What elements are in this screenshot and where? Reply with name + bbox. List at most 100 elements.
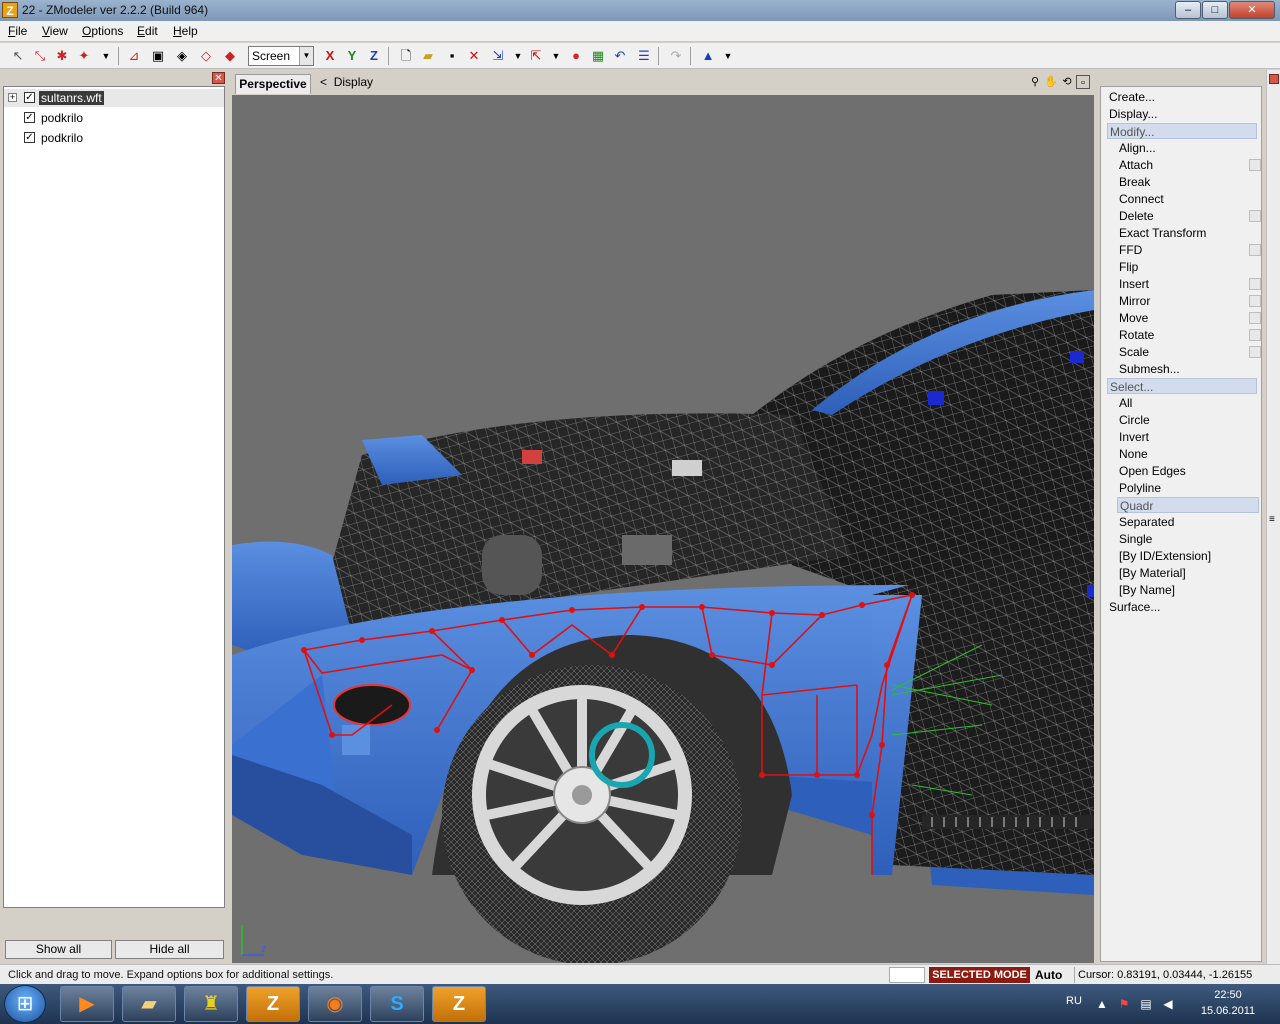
- cmd-exact-transform[interactable]: Exact Transform: [1119, 225, 1261, 241]
- cmd-select-single[interactable]: Single: [1119, 531, 1261, 547]
- cmd-delete[interactable]: Delete: [1119, 208, 1261, 224]
- close-icon[interactable]: [1269, 74, 1279, 84]
- cmd-select-none[interactable]: None: [1119, 446, 1261, 462]
- show-all-button[interactable]: Show all: [5, 940, 112, 959]
- cmd-attach[interactable]: Attach: [1119, 157, 1261, 173]
- show-hidden-icons-icon[interactable]: ▲: [1094, 996, 1110, 1012]
- start-button[interactable]: ⊞: [4, 985, 46, 1023]
- menu-edit[interactable]: Edit: [137, 24, 158, 38]
- cmd-rotate[interactable]: Rotate: [1119, 327, 1261, 343]
- options-box[interactable]: [1249, 329, 1261, 341]
- axis-x-toggle[interactable]: X: [320, 46, 340, 66]
- tree-item[interactable]: ✓ podkrilo: [4, 129, 224, 147]
- pan-hand-icon[interactable]: ✋: [1044, 75, 1058, 89]
- new-file-icon[interactable]: 🗋: [396, 46, 416, 66]
- auto-mode-label[interactable]: Auto: [1035, 968, 1062, 982]
- selected-mode-badge[interactable]: SELECTED MODE: [929, 967, 1030, 983]
- cmd-select-by-id[interactable]: [By ID/Extension]: [1119, 548, 1261, 564]
- cmd-select-invert[interactable]: Invert: [1119, 429, 1261, 445]
- save-icon[interactable]: ▪: [442, 46, 462, 66]
- maximize-viewport-icon[interactable]: ▫: [1076, 75, 1090, 89]
- cmd-select-open-edges[interactable]: Open Edges: [1119, 463, 1261, 479]
- options-box[interactable]: [1249, 159, 1261, 171]
- cmd-ffd[interactable]: FFD: [1119, 242, 1261, 258]
- options-box[interactable]: [1249, 312, 1261, 324]
- zmodeler-task-icon[interactable]: Z: [246, 986, 300, 1022]
- options-box[interactable]: [1249, 295, 1261, 307]
- cmd-select[interactable]: Select...: [1107, 378, 1257, 394]
- options-box[interactable]: [1249, 346, 1261, 358]
- visibility-checkbox[interactable]: ✓: [24, 112, 35, 123]
- select-tool-icon[interactable]: ✦: [74, 46, 94, 66]
- dropdown-arrow-icon[interactable]: ▼: [96, 46, 116, 66]
- import-icon[interactable]: ⇲: [488, 46, 508, 66]
- cmd-connect[interactable]: Connect: [1119, 191, 1261, 207]
- cube-faces-icon[interactable]: ◈: [172, 46, 192, 66]
- minimize-button[interactable]: –: [1175, 1, 1201, 19]
- options-box[interactable]: [1249, 244, 1261, 256]
- clock-time[interactable]: 22:50: [1200, 989, 1256, 1001]
- network-icon[interactable]: ▤: [1138, 996, 1154, 1012]
- app-tool-icon[interactable]: ♜: [184, 986, 238, 1022]
- menu-file[interactable]: File: [8, 24, 27, 38]
- cmd-select-by-material[interactable]: [By Material]: [1119, 565, 1261, 581]
- menu-view[interactable]: View: [42, 24, 68, 38]
- hide-all-button[interactable]: Hide all: [115, 940, 224, 959]
- options-box[interactable]: [1249, 210, 1261, 222]
- cmd-select-polyline[interactable]: Polyline: [1119, 480, 1261, 496]
- visibility-checkbox[interactable]: ✓: [24, 132, 35, 143]
- select-figure-icon[interactable]: ✱: [52, 46, 72, 66]
- splitter-handle-icon[interactable]: ≡: [1269, 514, 1275, 525]
- clock-date[interactable]: 15.06.2011: [1196, 1005, 1260, 1017]
- axis-y-toggle[interactable]: Y: [342, 46, 362, 66]
- volume-icon[interactable]: ◀: [1160, 996, 1176, 1012]
- cmd-insert[interactable]: Insert: [1119, 276, 1261, 292]
- pointer-tool-icon[interactable]: ▲: [698, 46, 718, 66]
- cmd-break[interactable]: Break: [1119, 174, 1261, 190]
- cube-remove-icon[interactable]: ◆: [220, 46, 240, 66]
- properties-icon[interactable]: ☰: [634, 46, 654, 66]
- vertex-mode-icon[interactable]: ⊿: [124, 46, 144, 66]
- 3d-viewport[interactable]: z: [232, 95, 1094, 963]
- export-icon[interactable]: ⇱: [526, 46, 546, 66]
- undo-icon[interactable]: ↶: [610, 46, 630, 66]
- dropdown-arrow-icon[interactable]: ▼: [546, 46, 566, 66]
- select-vertex-icon[interactable]: ⤡: [30, 46, 50, 66]
- viewport-display-breadcrumb[interactable]: < Display: [320, 75, 373, 89]
- explorer-folder-icon[interactable]: ▰: [122, 986, 176, 1022]
- dropdown-arrow-icon[interactable]: ▼: [718, 46, 738, 66]
- firefox-icon[interactable]: ◉: [308, 986, 362, 1022]
- cmd-submesh[interactable]: Submesh...: [1119, 361, 1261, 377]
- options-box[interactable]: [1249, 278, 1261, 290]
- cube-icon[interactable]: ▣: [148, 46, 168, 66]
- cmd-select-circle[interactable]: Circle: [1119, 412, 1261, 428]
- maximize-button[interactable]: □: [1202, 1, 1228, 19]
- cmd-display[interactable]: Display...: [1109, 106, 1259, 122]
- visibility-checkbox[interactable]: ✓: [24, 92, 35, 103]
- language-indicator[interactable]: RU: [1066, 995, 1082, 1007]
- close-icon[interactable]: ✕: [212, 72, 225, 84]
- coordinate-space-select[interactable]: Screen ▼: [248, 46, 314, 66]
- cube-edit-icon[interactable]: ◇: [196, 46, 216, 66]
- cmd-select-quadr[interactable]: Quadr: [1117, 497, 1259, 513]
- close-button[interactable]: ✕: [1229, 1, 1275, 19]
- cmd-flip[interactable]: Flip: [1119, 259, 1261, 275]
- zoom-icon[interactable]: ⚲: [1028, 75, 1042, 89]
- cmd-align[interactable]: Align...: [1119, 140, 1261, 156]
- cmd-surface[interactable]: Surface...: [1109, 599, 1259, 615]
- axis-z-toggle[interactable]: Z: [364, 46, 384, 66]
- tree-item[interactable]: + ✓ sultanrs.wft: [4, 89, 224, 107]
- zmodeler-task-active-icon[interactable]: Z: [432, 986, 486, 1022]
- menu-help[interactable]: Help: [173, 24, 198, 38]
- cmd-mirror[interactable]: Mirror: [1119, 293, 1261, 309]
- expand-icon[interactable]: +: [8, 93, 17, 102]
- media-player-icon[interactable]: ▶: [60, 986, 114, 1022]
- cmd-modify[interactable]: Modify...: [1107, 123, 1257, 139]
- cmd-select-all[interactable]: All: [1119, 395, 1261, 411]
- delete-icon[interactable]: ✕: [464, 46, 484, 66]
- texture-icon[interactable]: ▦: [588, 46, 608, 66]
- rotate-view-icon[interactable]: ⟲: [1060, 75, 1074, 89]
- record-icon[interactable]: ●: [566, 46, 586, 66]
- tree-item[interactable]: ✓ podkrilo: [4, 109, 224, 127]
- skype-icon[interactable]: S: [370, 986, 424, 1022]
